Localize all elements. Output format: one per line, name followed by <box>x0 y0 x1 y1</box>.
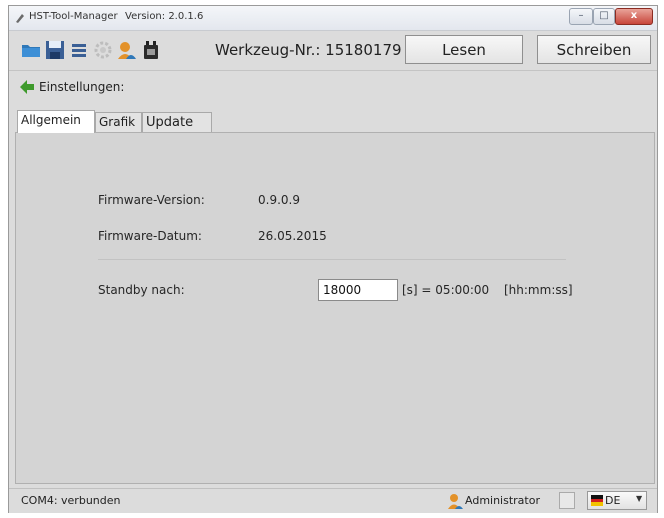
save-icon[interactable] <box>45 40 65 60</box>
dropdown-arrow-icon: ▼ <box>636 494 643 503</box>
back-arrow-icon[interactable] <box>19 79 35 95</box>
language-select[interactable]: DE ▼ <box>587 491 647 510</box>
window-title: HST-Tool-Manager <box>29 11 118 22</box>
close-icon: x <box>630 10 638 21</box>
user-role: Administrator <box>465 494 540 507</box>
folder-open-icon[interactable] <box>21 40 41 60</box>
maximize-button[interactable]: □ <box>593 8 615 25</box>
german-flag-icon <box>591 495 603 506</box>
toolbar-divider <box>9 70 657 71</box>
settings-header: Einstellungen: <box>9 72 657 102</box>
app-icon <box>16 14 24 23</box>
minimize-button[interactable]: – <box>569 8 593 25</box>
minimize-icon: – <box>578 10 584 21</box>
toolbar: Werkzeug-Nr.: 15180179 Lesen Schreiben <box>9 31 657 69</box>
tab-content-general: Firmware-Version: 0.9.0.9 Firmware-Datum… <box>15 132 655 484</box>
title-bar: HST-Tool-Manager Version: 2.0.1.6 – □ x <box>9 6 657 31</box>
standby-input[interactable] <box>318 279 398 301</box>
section-divider <box>98 259 566 260</box>
firmware-date-label: Firmware-Datum: <box>98 229 202 243</box>
app-window: HST-Tool-Manager Version: 2.0.1.6 – □ x <box>8 5 658 513</box>
firmware-date-value: 26.05.2015 <box>258 229 327 243</box>
standby-format: [hh:mm:ss] <box>504 283 573 297</box>
tab-graphic[interactable]: Grafik <box>95 112 142 132</box>
battery-icon[interactable] <box>141 40 161 60</box>
tab-general[interactable]: Allgemein <box>17 110 95 133</box>
language-value: DE <box>605 494 621 507</box>
user-icon[interactable] <box>117 40 137 60</box>
standby-result: [s] = 05:00:00 <box>402 283 490 297</box>
version-label: Version: 2.0.1.6 <box>125 11 204 22</box>
user-icon <box>448 494 463 509</box>
status-toggle-button[interactable] <box>559 492 575 509</box>
firmware-version-label: Firmware-Version: <box>98 193 205 207</box>
write-button[interactable]: Schreiben <box>537 35 651 64</box>
connection-status: COM4: verbunden <box>21 494 121 507</box>
firmware-version-value: 0.9.0.9 <box>258 193 300 207</box>
maximize-icon: □ <box>599 10 609 21</box>
read-button[interactable]: Lesen <box>405 35 523 64</box>
status-bar: COM4: verbunden Administrator DE ▼ <box>9 488 657 513</box>
settings-label: Einstellungen: <box>39 80 125 94</box>
gear-icon[interactable] <box>93 40 113 60</box>
tab-update[interactable]: Update <box>142 112 212 132</box>
tool-number: Werkzeug-Nr.: 15180179 <box>215 41 402 59</box>
close-button[interactable]: x <box>615 8 653 25</box>
standby-label: Standby nach: <box>98 283 185 297</box>
list-icon[interactable] <box>69 40 89 60</box>
